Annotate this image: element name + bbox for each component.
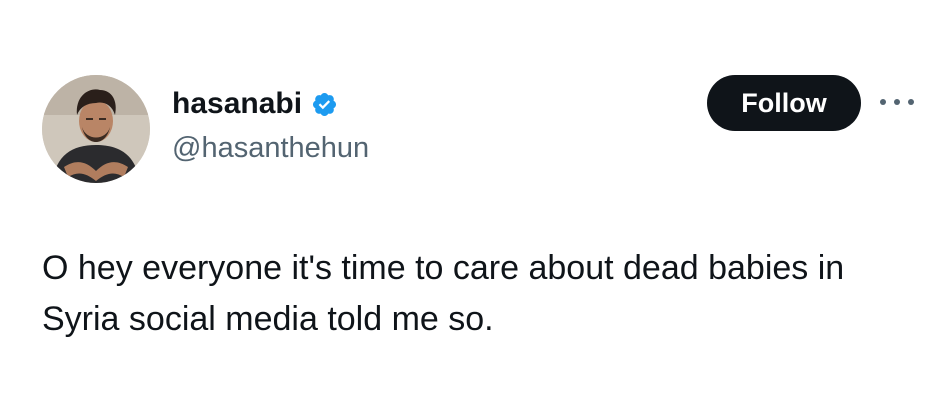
tweet-text: O hey everyone it's time to care about d… — [42, 249, 845, 338]
tweet-card: hasanabi @hasanthehun Follow O hey every… — [0, 0, 947, 410]
more-dot — [908, 99, 914, 105]
display-name-row: hasanabi — [172, 84, 338, 124]
more-dot — [894, 99, 900, 105]
follow-button[interactable]: Follow — [707, 75, 861, 131]
avatar[interactable] — [42, 75, 150, 183]
display-name[interactable]: hasanabi — [172, 84, 302, 124]
avatar-image — [42, 75, 150, 183]
more-dot — [880, 99, 886, 105]
more-horizontal-icon[interactable] — [880, 92, 914, 112]
user-handle[interactable]: @hasanthehun — [172, 130, 369, 166]
verified-badge-icon — [311, 91, 338, 118]
